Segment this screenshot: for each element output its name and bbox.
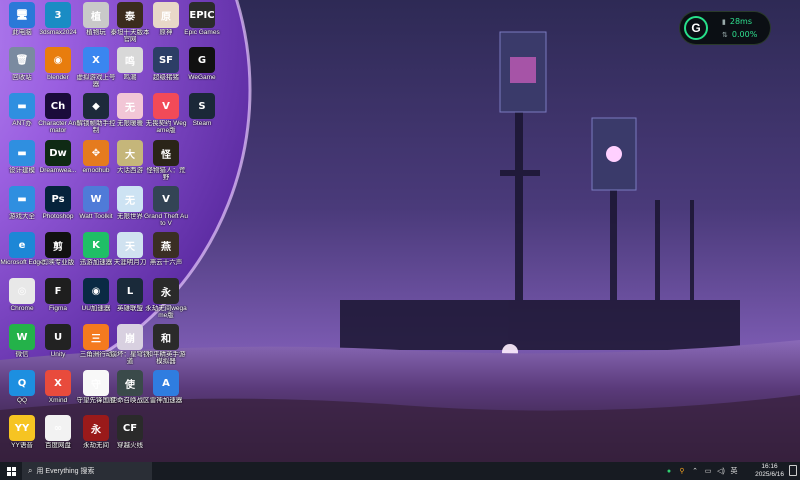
desktop-icon[interactable]: CF 穿越火线	[108, 413, 152, 457]
app-icon: X	[45, 370, 71, 396]
app-icon: F	[45, 278, 71, 304]
network-icon[interactable]: ▭	[704, 467, 712, 475]
app-icon: V	[153, 186, 179, 212]
taskbar: ⌕ 用 Everything 搜索 ● ⚲ ⌃ ▭ ◁) 英 16:16 202…	[0, 462, 800, 480]
desktop-icon[interactable]: 燕燕云十六声	[144, 230, 188, 274]
app-icon: W	[83, 186, 109, 212]
ping-value: 28ms	[729, 17, 752, 26]
app-icon: S	[189, 93, 215, 119]
app-icon: 原	[153, 2, 179, 28]
desktop-icon[interactable]: 怪怪物猎人：荒野	[144, 138, 188, 182]
desktop-icon[interactable]: S Steam	[180, 91, 224, 135]
search-icon: ⌕	[28, 466, 33, 475]
app-icon: 植	[83, 2, 109, 28]
search-placeholder: 用 Everything 搜索	[36, 468, 95, 475]
app-icon: ✥	[83, 140, 109, 166]
start-button[interactable]	[0, 462, 22, 480]
notification-center-icon[interactable]	[789, 465, 797, 476]
loss-value: 0.00%	[731, 30, 758, 39]
desktop-icon-label: 怪物猎人：荒野	[146, 167, 186, 181]
network-latency-widget[interactable]: G ▮ 28ms ⇅ 0.00%	[680, 12, 770, 44]
desktop-icon-label: Epic Games	[184, 29, 220, 36]
ping-row: ▮ 28ms	[722, 17, 752, 26]
desktop-icon[interactable]: 永永劫无间wegame版	[144, 276, 188, 320]
input-language[interactable]: 英	[730, 466, 738, 476]
app-icon: ▬	[9, 93, 35, 119]
app-icon: Ch	[45, 93, 71, 119]
desktop-icon-label: 雷神加速器	[149, 397, 183, 404]
app-icon: ◉	[45, 47, 71, 73]
tray-app-icon[interactable]: ●	[665, 468, 673, 475]
accelerator-logo-icon: G	[684, 16, 708, 40]
app-icon: K	[83, 232, 109, 258]
app-icon: X	[83, 47, 109, 73]
loss-row: ⇅ 0.00%	[722, 30, 757, 39]
app-icon: ◉	[83, 278, 109, 304]
app-icon: Dw	[45, 140, 71, 166]
app-icon: CF	[117, 415, 143, 441]
app-icon: U	[45, 324, 71, 350]
app-icon: 怪	[153, 140, 179, 166]
desktop-icon-label: Steam	[192, 120, 212, 127]
desktop-icon-label: Grand Theft Auto V	[144, 213, 188, 227]
desktop-icon[interactable]: G WeGame	[180, 45, 224, 89]
chevron-up-icon[interactable]: ⌃	[691, 467, 699, 475]
app-icon: V	[153, 93, 179, 119]
desktop-icon[interactable]: V Grand Theft Auto V	[144, 184, 188, 228]
app-icon: 守	[83, 370, 109, 396]
speaker-icon[interactable]: ◁)	[717, 467, 725, 475]
clock-date: 2025/6/16	[755, 471, 784, 478]
app-icon: Ps	[45, 186, 71, 212]
desktop-icon[interactable]: 和和平精英手游模拟器	[144, 322, 188, 366]
app-icon: 无	[117, 186, 143, 212]
app-icon: ◎	[9, 278, 35, 304]
windows-logo-icon	[6, 466, 16, 476]
desktop-icon[interactable]: A 雷神加速器	[144, 368, 188, 412]
app-icon: 崩	[117, 324, 143, 350]
app-icon: L	[117, 278, 143, 304]
desktop-icon-label: 燕云十六声	[149, 259, 183, 266]
desktop-icon-label: WeGame	[188, 74, 216, 81]
tray-app-icon[interactable]: ⚲	[678, 467, 686, 475]
app-icon: 🖥	[9, 2, 35, 28]
app-icon: G	[189, 47, 215, 73]
app-icon: EPIC	[189, 2, 215, 28]
desktop-icon-label: 穿越火线	[117, 442, 143, 449]
desktop-icon-label: 永劫无间wegame版	[145, 305, 187, 319]
app-icon: e	[9, 232, 35, 258]
app-icon: 和	[153, 324, 179, 350]
desktop-icon[interactable]: EPIC Epic Games	[180, 0, 224, 44]
app-icon: 3	[45, 2, 71, 28]
app-icon: Q	[9, 370, 35, 396]
app-icon: 🗑	[9, 47, 35, 73]
app-icon: 剪	[45, 232, 71, 258]
app-icon: 使	[117, 370, 143, 396]
app-icon: 泰	[117, 2, 143, 28]
app-icon: 永	[83, 415, 109, 441]
app-icon: W	[9, 324, 35, 350]
app-icon: ◆	[83, 93, 109, 119]
app-icon: 永	[153, 278, 179, 304]
taskbar-search-box[interactable]: ⌕ 用 Everything 搜索	[22, 462, 152, 480]
app-icon: YY	[9, 415, 35, 441]
desktop-icon-label: 和平精英手游模拟器	[146, 351, 186, 365]
app-icon: 三	[83, 324, 109, 350]
app-icon: 大	[117, 140, 143, 166]
app-icon: ∞	[45, 415, 71, 441]
app-icon: SF	[153, 47, 179, 73]
app-icon: 无	[117, 93, 143, 119]
signal-icon: ▮	[722, 18, 726, 26]
app-icon: ▬	[9, 186, 35, 212]
app-icon: A	[153, 370, 179, 396]
app-icon: ▬	[9, 140, 35, 166]
app-icon: 鸣	[117, 47, 143, 73]
clock-time: 16:16	[761, 463, 778, 470]
taskbar-clock[interactable]: 16:16 2025/6/16	[755, 463, 784, 479]
system-tray: ● ⚲ ⌃ ▭ ◁) 英	[665, 462, 738, 480]
loss-icon: ⇅	[722, 31, 728, 39]
app-icon: 天	[117, 232, 143, 258]
app-icon: 燕	[153, 232, 179, 258]
